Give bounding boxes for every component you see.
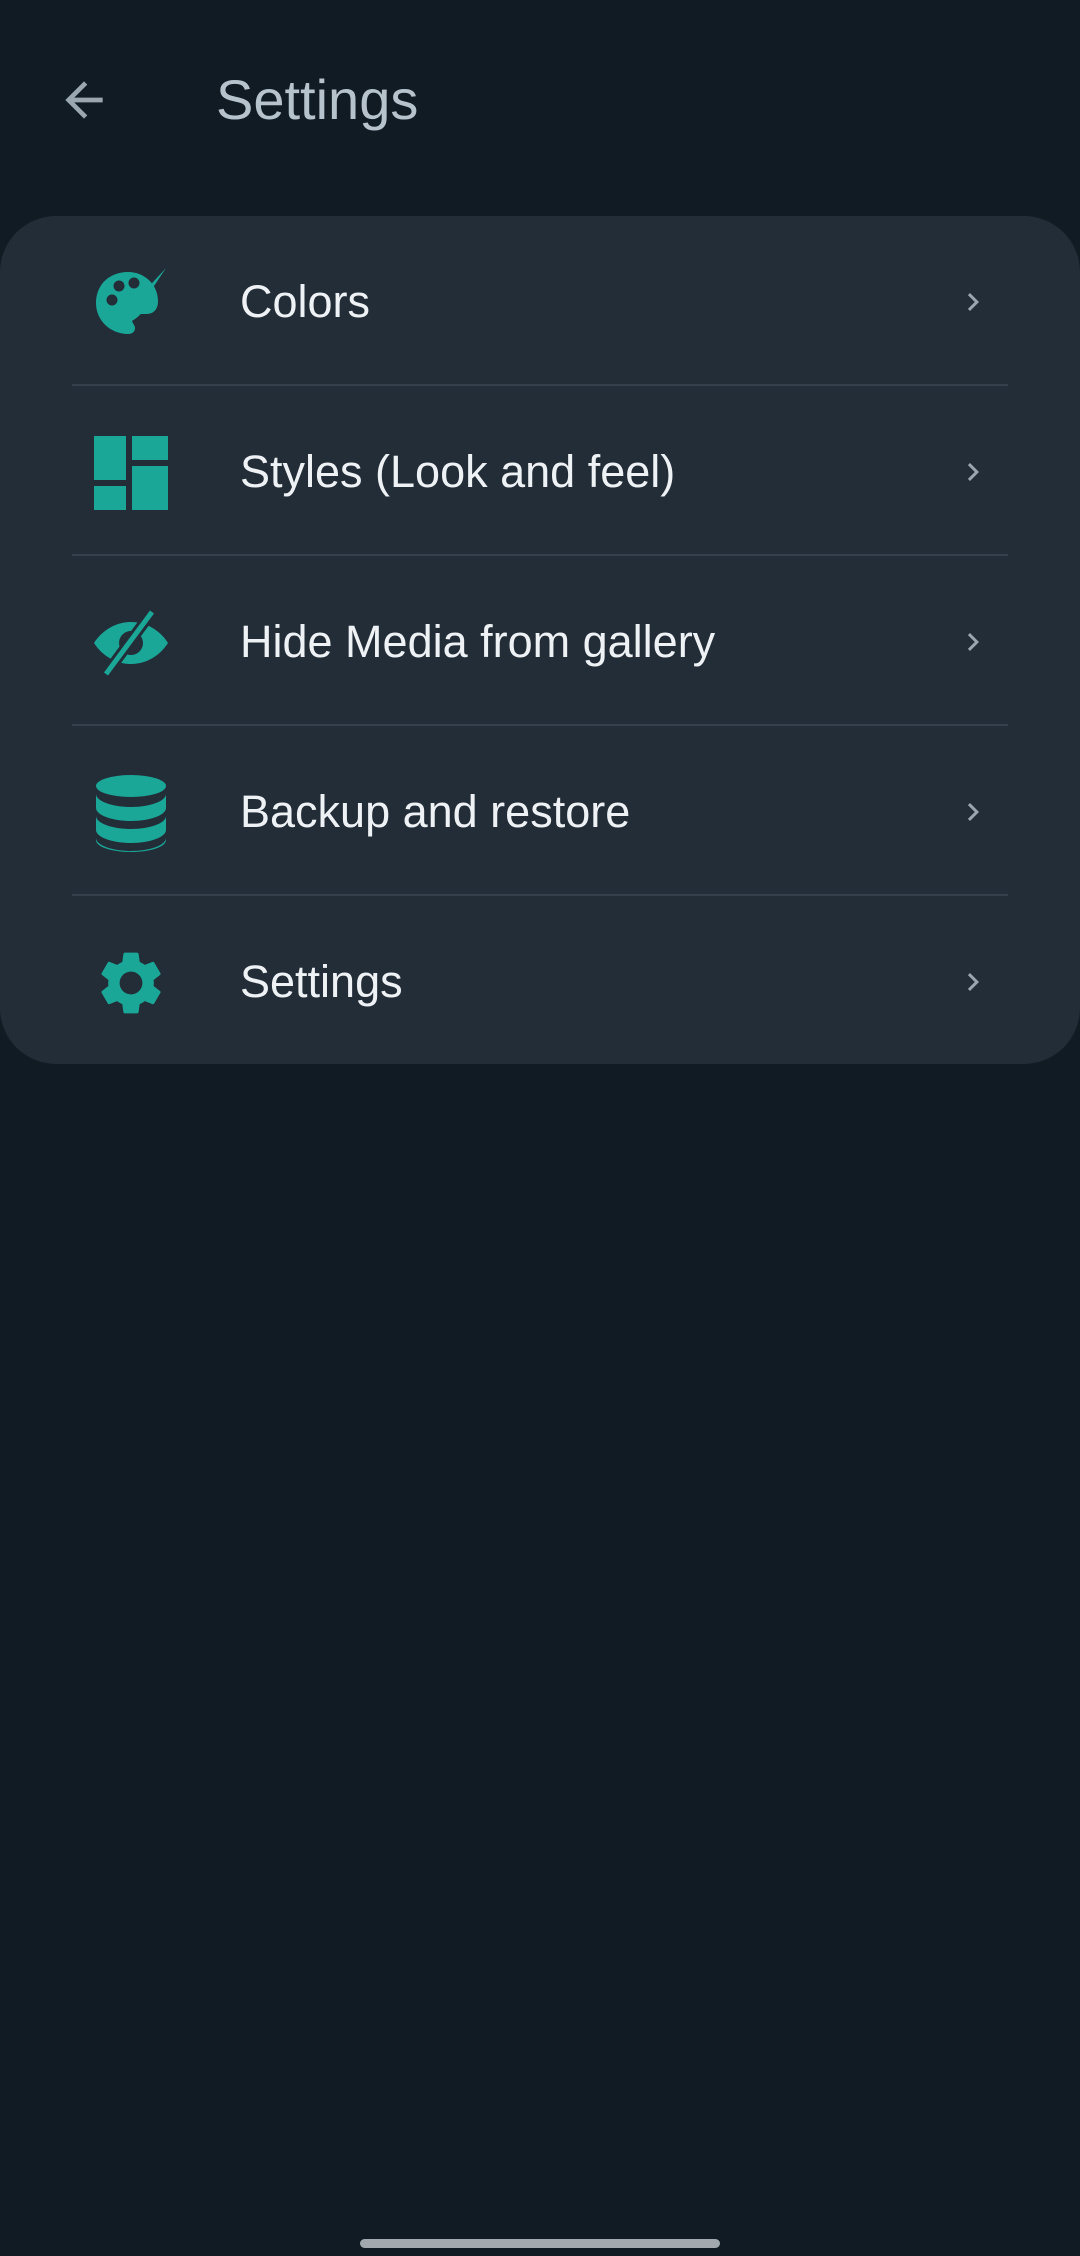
chevron-right-icon <box>955 280 991 324</box>
menu-item-colors[interactable]: Colors <box>0 216 1080 385</box>
menu-item-hide-media[interactable]: Hide Media from gallery <box>0 556 1080 725</box>
dashboard-icon <box>92 434 170 512</box>
menu-item-label: Settings <box>240 956 403 1007</box>
menu-item-label: Styles (Look and feel) <box>240 446 676 497</box>
settings-menu-card: Colors Styles (Look and feel) Hide Media… <box>0 216 1080 1064</box>
chevron-right-icon <box>955 790 991 834</box>
database-icon <box>92 774 170 852</box>
page-title: Settings <box>216 68 419 131</box>
gesture-navigation-handle[interactable] <box>360 2239 720 2248</box>
menu-item-label: Hide Media from gallery <box>240 616 716 667</box>
arrow-back-icon <box>65 81 103 119</box>
menu-item-label: Colors <box>240 276 371 327</box>
gear-icon <box>92 944 170 1022</box>
app-bar: Settings <box>0 0 1080 200</box>
chevron-right-icon <box>955 620 991 664</box>
back-button[interactable] <box>44 60 124 140</box>
chevron-right-icon <box>955 960 991 1004</box>
eye-off-icon <box>92 604 170 682</box>
palette-icon <box>92 264 170 342</box>
menu-item-settings[interactable]: Settings <box>0 896 1080 1065</box>
menu-item-styles[interactable]: Styles (Look and feel) <box>0 386 1080 555</box>
chevron-right-icon <box>955 450 991 494</box>
menu-item-backup[interactable]: Backup and restore <box>0 726 1080 895</box>
menu-item-label: Backup and restore <box>240 786 631 837</box>
